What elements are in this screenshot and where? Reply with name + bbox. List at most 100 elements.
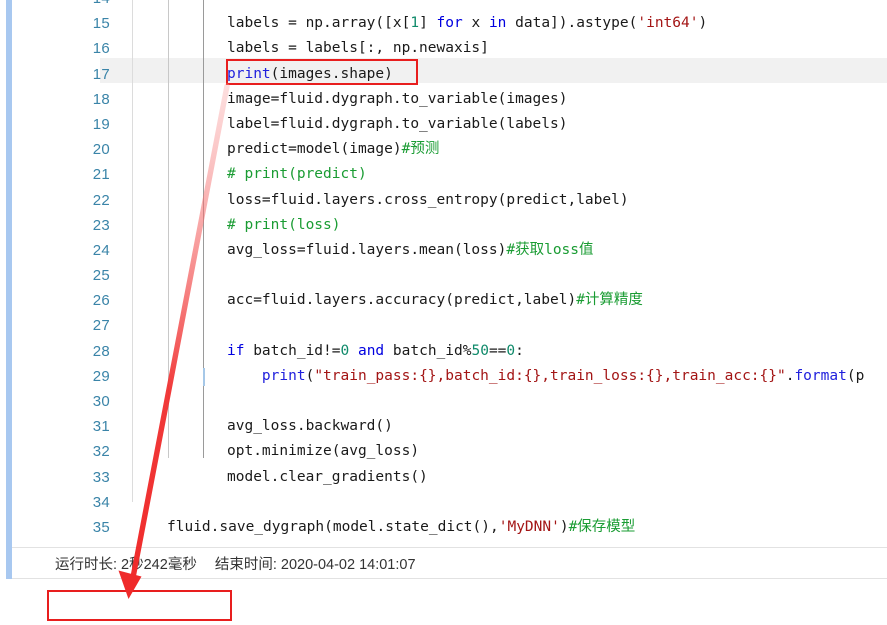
code-token: loss=fluid.layers.cross_entropy(predict,… [227,191,629,208]
run-duration-label: 运行时长: 2秒242毫秒 [55,556,197,573]
code-line[interactable]: 35 fluid.save_dygraph(model.state_dict(),… [0,515,887,540]
code-text: avg_loss=fluid.layers.mean(loss)#获取loss值 [227,238,594,263]
code-token: : [515,342,524,359]
code-token: #预测 [401,141,440,158]
code-token: if [227,342,245,359]
code-token: predict=model(image) [227,141,402,158]
line-number: 31 [92,418,110,436]
code-token: data]).astype( [506,15,638,32]
code-text: opt.minimize(avg_loss) [227,439,419,464]
code-line[interactable]: 25 [0,263,887,288]
line-number: 32 [92,443,110,461]
line-number: 23 [92,216,110,234]
line-number: 35 [92,518,110,536]
line-number: 18 [92,90,110,108]
code-line[interactable]: 17 print(images.shape) [0,62,887,87]
code-line[interactable]: 27 [0,313,887,338]
code-text: avg_loss.backward() [227,414,393,439]
code-token: # print(predict) [227,166,367,183]
code-token: opt.minimize(avg_loss) [227,443,420,460]
execution-status-bar: 运行时长: 2秒242毫秒 结束时间: 2020-04-02 14:01:07 [0,548,887,578]
code-text: if batch_id!=0 and batch_id%50==0: [227,339,524,364]
code-line[interactable]: 33 model.clear_gradients() [0,465,887,490]
code-token: print [227,65,271,82]
code-line[interactable]: 14 [0,0,887,11]
code-token: fluid.save_dygraph(model.state_dict(), [167,518,499,535]
code-line[interactable]: 31 avg_loss.backward() [0,414,887,439]
code-line[interactable]: 28 if batch_id!=0 and batch_id%50==0: [0,339,887,364]
end-time-label: 结束时间: 2020-04-02 14:01:07 [214,556,416,573]
line-number: 26 [92,292,110,310]
code-line[interactable]: 22 loss=fluid.layers.cross_entropy(predic… [0,188,887,213]
code-token: == [488,342,507,359]
line-number: 27 [92,317,110,335]
code-line[interactable]: 24 avg_loss=fluid.layers.mean(loss)#获取los… [0,238,887,263]
code-line[interactable]: 34 [0,490,887,515]
code-token: x [462,15,489,32]
code-token: #获取loss值 [506,241,594,258]
line-number: 16 [92,40,110,58]
code-text: labels = np.array([x[1] for x in data]).… [227,11,707,36]
code-token: model.clear_gradients() [227,468,428,485]
code-token: for [436,15,463,32]
line-number: 25 [92,267,110,285]
code-line[interactable]: 32 opt.minimize(avg_loss) [0,439,887,464]
code-text: # print(loss) [227,213,341,238]
code-line[interactable]: 15 labels = np.array([x[1] for x in data]… [0,11,887,36]
code-line[interactable]: 20 predict=model(image)#预测 [0,137,887,162]
code-editor[interactable]: 14 15 labels = np.array([x[1] for x in dat… [0,0,887,547]
line-number: 17 [92,65,110,83]
code-line[interactable]: 26 acc=fluid.layers.accuracy(predict,labe… [0,288,887,313]
code-token: 0 [340,342,350,359]
line-number: 21 [92,166,110,184]
code-token: avg_loss.backward() [227,418,393,435]
code-token: ] [419,15,437,32]
line-number: 22 [92,191,110,209]
code-line[interactable]: 29 print("train_pass:{},batch_id:{},trai… [0,364,887,389]
code-token: label=fluid.dygraph.to_variable(labels) [227,115,568,132]
line-number: 28 [92,342,110,360]
line-number: 34 [92,493,110,511]
code-token: 0 [506,342,516,359]
code-line[interactable]: 19 label=fluid.dygraph.to_variable(labels… [0,112,887,137]
code-token: 'MyDNN' [498,518,560,535]
code-token: "train_pass:{},batch_id:{},train_loss:{}… [314,367,786,384]
code-text: print("train_pass:{},batch_id:{},train_l… [227,364,864,389]
code-line[interactable]: 23 # print(loss) [0,213,887,238]
code-token: avg_loss=fluid.layers.mean(loss) [227,241,507,258]
code-token: format [794,367,847,384]
code-text: acc=fluid.layers.accuracy(predict,label)… [227,288,643,313]
code-token: 50 [471,342,489,359]
line-number: 24 [92,241,110,259]
code-token: image=fluid.dygraph.to_variable(images) [227,90,568,107]
code-token: 1 [410,15,420,32]
code-token: # print(loss) [227,216,341,233]
code-text: label=fluid.dygraph.to_variable(labels) [227,112,567,137]
code-text: fluid.save_dygraph(model.state_dict(),'M… [167,515,635,540]
code-text: # print(predict) [227,162,367,187]
code-text: print(images.shape) [227,62,393,87]
code-text: image=fluid.dygraph.to_variable(images) [227,87,567,112]
line-number: 20 [92,141,110,159]
line-number: 19 [92,115,110,133]
code-token: in [488,15,507,32]
line-number: 36 [0,540,110,547]
code-token: ) [698,15,708,32]
code-token: and [357,342,385,359]
code-line[interactable]: 21 # print(predict) [0,162,887,187]
code-token: batch_id!= [244,342,341,359]
code-token: ) [559,518,569,535]
code-line[interactable]: 36 [0,540,887,547]
indent-cursor-bar [203,367,205,386]
code-line[interactable]: 30 [0,389,887,414]
code-text: loss=fluid.layers.cross_entropy(predict,… [227,188,629,213]
code-token: labels = np.array([x[ [227,15,411,32]
code-line[interactable]: 18 image=fluid.dygraph.to_variable(images… [0,87,887,112]
line-number: 14 [0,0,110,11]
code-text: predict=model(image)#预测 [227,137,439,162]
line-number: 15 [92,15,110,33]
code-line[interactable]: 16 labels = labels[:, np.newaxis] [0,36,887,61]
code-token: (p [846,367,865,384]
code-token: acc=fluid.layers.accuracy(predict,label) [227,292,577,309]
code-token: (images.shape) [270,65,393,82]
